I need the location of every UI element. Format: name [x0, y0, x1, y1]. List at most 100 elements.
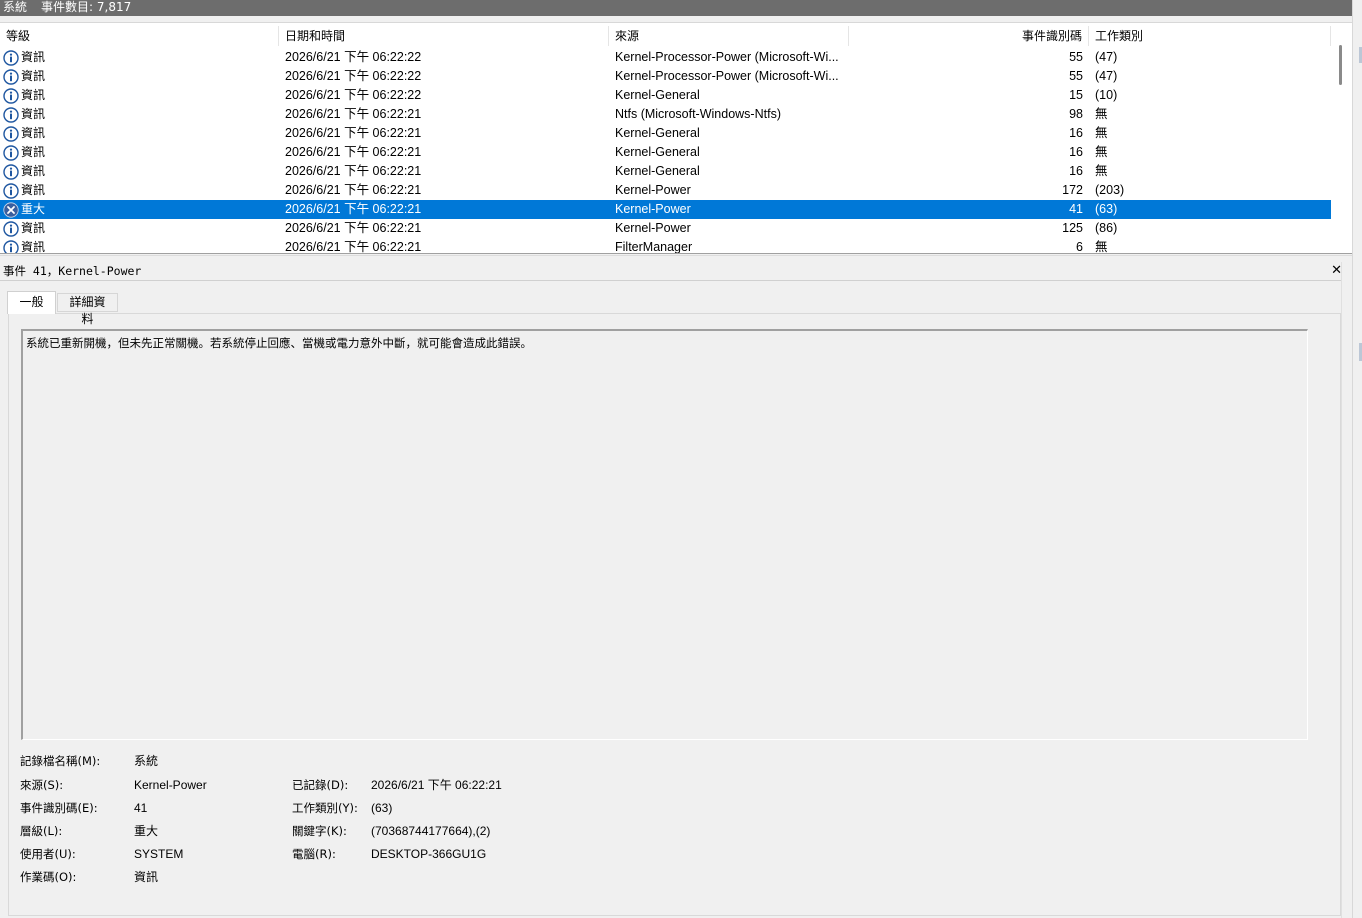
row-event-id: 16	[1069, 126, 1083, 140]
row-task-category: (10)	[1095, 88, 1118, 102]
row-task-category: 無	[1095, 145, 1108, 159]
info-icon	[3, 50, 19, 66]
source-value[interactable]: Kernel-Power	[134, 777, 207, 793]
event-description-text: 系統已重新開機，但未先正常關機。若系統停止回應、當機或電力意外中斷，就可能會造成…	[26, 336, 532, 350]
table-row[interactable]: 資訊 2026/6/21 下午 06:22:22 Kernel-Processor-…	[0, 48, 1331, 67]
row-task-category: (86)	[1095, 221, 1118, 235]
row-task-category: (63)	[1095, 202, 1118, 216]
log-name: 系統	[3, 0, 28, 14]
tab-details[interactable]: 詳細資料	[57, 293, 118, 326]
event-description[interactable]: 系統已重新開機，但未先正常關機。若系統停止回應、當機或電力意外中斷，就可能會造成…	[21, 329, 1308, 740]
row-level: 資訊	[21, 164, 46, 178]
keywords-label: 關鍵字(K):	[292, 824, 347, 838]
row-level: 資訊	[21, 221, 46, 235]
row-task-category: 無	[1095, 164, 1108, 178]
column-header-datetime[interactable]: 日期和時間	[279, 26, 609, 46]
level-label: 層級(L):	[20, 824, 63, 838]
row-event-id: 16	[1069, 145, 1083, 159]
row-event-id: 125	[1062, 221, 1083, 235]
table-row[interactable]: 資訊 2026/6/21 下午 06:22:21 Kernel-General 16 無	[0, 162, 1331, 181]
info-icon	[3, 107, 19, 123]
row-event-id: 55	[1069, 50, 1083, 64]
info-icon	[3, 145, 19, 161]
row-level: 資訊	[21, 240, 46, 254]
row-source: Ntfs (Microsoft-Windows-Ntfs)	[615, 107, 781, 121]
task-category-value[interactable]: (63)	[371, 800, 392, 816]
column-header-event-id[interactable]: 事件識別碼	[849, 26, 1089, 46]
computer-label: 電腦(R):	[292, 847, 336, 861]
info-icon	[3, 183, 19, 199]
critical-icon	[3, 202, 19, 218]
log-titlebar: 系統 事件數目: 7,817	[0, 0, 1352, 16]
row-datetime: 2026/6/21 下午 06:22:21	[285, 164, 422, 178]
opcode-label: 作業碼(O):	[20, 870, 77, 884]
row-event-id: 15	[1069, 88, 1083, 102]
row-task-category: 無	[1095, 240, 1108, 254]
list-scrollbar[interactable]	[1331, 23, 1352, 253]
row-datetime: 2026/6/21 下午 06:22:21	[285, 183, 422, 197]
table-row-selected[interactable]: 重大 2026/6/21 下午 06:22:21 Kernel-Power 41 (63…	[0, 200, 1331, 219]
row-datetime: 2026/6/21 下午 06:22:22	[285, 88, 422, 102]
row-event-id: 6	[1076, 240, 1083, 254]
task-category-label: 工作類別(Y):	[292, 801, 358, 815]
row-task-category: 無	[1095, 126, 1108, 140]
row-task-category: (203)	[1095, 183, 1125, 197]
table-row[interactable]: 資訊 2026/6/21 下午 06:22:21 Ntfs (Microsoft-W…	[0, 105, 1331, 124]
row-datetime: 2026/6/21 下午 06:22:21	[285, 221, 422, 235]
opcode-value[interactable]: 資訊	[134, 869, 158, 885]
detail-scroll-gutter	[1341, 262, 1352, 918]
row-source: FilterManager	[615, 240, 693, 254]
table-row[interactable]: 資訊 2026/6/21 下午 06:22:21 FilterManager 6 無	[0, 238, 1331, 254]
row-datetime: 2026/6/21 下午 06:22:22	[285, 50, 422, 64]
user-value[interactable]: SYSTEM	[134, 846, 183, 862]
info-icon	[3, 126, 19, 142]
row-datetime: 2026/6/21 下午 06:22:21	[285, 202, 422, 216]
row-level: 資訊	[21, 183, 46, 197]
row-source: Kernel-Processor-Power (Microsoft-Wi...	[615, 69, 839, 83]
table-row[interactable]: 資訊 2026/6/21 下午 06:22:21 Kernel-General 16 無	[0, 124, 1331, 143]
actions-pane-edge[interactable]	[1352, 0, 1362, 918]
row-event-id: 98	[1069, 107, 1083, 121]
row-task-category: (47)	[1095, 50, 1118, 64]
table-row[interactable]: 資訊 2026/6/21 下午 06:22:21 Kernel-Power 172 (2…	[0, 181, 1331, 200]
row-source: Kernel-General	[615, 145, 700, 159]
column-header-bar: 等級 日期和時間 來源 事件識別碼 工作類別	[0, 26, 1331, 46]
table-row[interactable]: 資訊 2026/6/21 下午 06:22:21 Kernel-General 16 無	[0, 143, 1331, 162]
keywords-value[interactable]: (70368744177664),(2)	[371, 823, 490, 839]
scrollbar-thumb[interactable]	[1339, 45, 1342, 85]
info-icon	[3, 164, 19, 180]
info-icon	[3, 240, 19, 253]
row-level: 資訊	[21, 126, 46, 140]
row-source: Kernel-General	[615, 88, 700, 102]
logged-label: 已記錄(D):	[292, 778, 349, 792]
level-value[interactable]: 重大	[134, 823, 158, 839]
row-datetime: 2026/6/21 下午 06:22:21	[285, 126, 422, 140]
column-header-task-category[interactable]: 工作類別	[1089, 26, 1331, 46]
table-row[interactable]: 資訊 2026/6/21 下午 06:22:22 Kernel-Processor-…	[0, 67, 1331, 86]
column-header-level[interactable]: 等級	[0, 26, 279, 46]
log-name-label: 記錄檔名稱(M):	[20, 754, 101, 768]
row-level: 資訊	[21, 145, 46, 159]
event-rows: 資訊 2026/6/21 下午 06:22:22 Kernel-Processor-…	[0, 48, 1331, 254]
info-icon	[3, 221, 19, 237]
pane-splitter[interactable]	[0, 255, 1352, 259]
event-list[interactable]: 等級 日期和時間 來源 事件識別碼 工作類別 資訊 2026/6/21 下午 06…	[0, 22, 1352, 254]
column-header-source[interactable]: 來源	[609, 26, 849, 46]
row-source: Kernel-General	[615, 126, 700, 140]
row-level: 資訊	[21, 69, 46, 83]
logged-value[interactable]: 2026/6/21 下午 06:22:21	[371, 777, 502, 793]
table-row[interactable]: 資訊 2026/6/21 下午 06:22:22 Kernel-General 15 (…	[0, 86, 1331, 105]
row-event-id: 41	[1069, 202, 1083, 216]
row-level: 資訊	[21, 50, 46, 64]
tab-general[interactable]: 一般	[7, 291, 56, 314]
computer-value[interactable]: DESKTOP-366GU1G	[371, 846, 486, 862]
row-source: Kernel-General	[615, 164, 700, 178]
event-id-value[interactable]: 41	[134, 800, 147, 816]
user-label: 使用者(U):	[20, 847, 76, 861]
row-datetime: 2026/6/21 下午 06:22:22	[285, 69, 422, 83]
row-event-id: 16	[1069, 164, 1083, 178]
log-name-value[interactable]: 系統	[134, 753, 158, 769]
row-level: 資訊	[21, 88, 46, 102]
info-icon	[3, 88, 19, 104]
table-row[interactable]: 資訊 2026/6/21 下午 06:22:21 Kernel-Power 125 (8…	[0, 219, 1331, 238]
